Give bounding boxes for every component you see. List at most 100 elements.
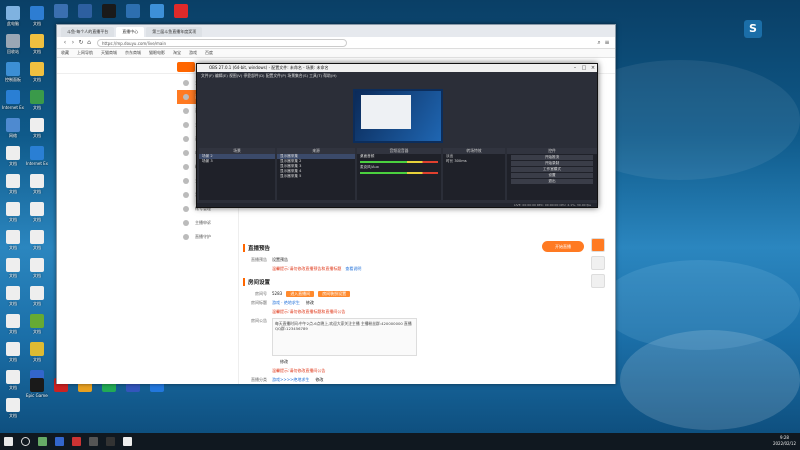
taskbar-app[interactable] xyxy=(34,433,51,450)
taskbar-app[interactable] xyxy=(68,433,85,450)
sidebar-item[interactable]: 主播申诉 xyxy=(177,216,238,230)
obs-control-button[interactable]: 设置 xyxy=(511,173,593,178)
desktop-icon[interactable] xyxy=(98,4,120,19)
obs-dock-item[interactable]: 麦克风/Aux xyxy=(357,165,441,170)
help-link[interactable]: 查看说明 xyxy=(345,266,361,272)
desktop-icon[interactable]: 文档 xyxy=(2,398,24,418)
desktop-icon[interactable]: 网络 xyxy=(2,118,24,138)
app-icon xyxy=(30,342,44,356)
desktop-icon[interactable]: 文档 xyxy=(2,202,24,222)
taskbar-app[interactable] xyxy=(102,433,119,450)
obs-dock-item[interactable]: 时长 300ms xyxy=(443,159,505,164)
app-icon xyxy=(6,258,20,272)
edit-link[interactable]: 修改 xyxy=(306,300,314,306)
desktop-icon[interactable]: Epic Games Launcher xyxy=(26,378,48,398)
desktop-icon-label: 文档 xyxy=(33,329,41,334)
desktop-icon[interactable]: 文档 xyxy=(26,202,48,222)
app-icon xyxy=(6,342,20,356)
desktop-icon[interactable] xyxy=(146,4,168,19)
url-input[interactable]: https://mp.douyu.com/live/main xyxy=(97,38,347,47)
home-icon[interactable]: ⌂ xyxy=(85,39,93,47)
desktop-icon[interactable]: 文档 xyxy=(2,258,24,278)
search-icon[interactable] xyxy=(17,433,34,450)
obs-control-button[interactable]: 退出 xyxy=(511,179,593,184)
desktop-icon[interactable]: 文档 xyxy=(26,90,48,110)
browser-tab[interactable]: 第三届斗鱼直播年度奖项 xyxy=(146,27,203,37)
settings-icon[interactable] xyxy=(591,274,605,288)
minimize-icon[interactable]: – xyxy=(571,64,579,72)
sidebar-item[interactable]: 直播守护 xyxy=(177,230,238,244)
desktop-icon[interactable]: 文档 xyxy=(26,34,48,54)
desktop-icon[interactable]: 文档 xyxy=(26,174,48,194)
browser-tab-active[interactable]: 直播中心 xyxy=(116,27,145,37)
wallpaper-wave xyxy=(620,330,800,430)
taskbar-app[interactable] xyxy=(51,433,68,450)
desktop-icon[interactable]: Internet Explorer xyxy=(26,146,48,166)
desktop-icon[interactable]: Internet Explorer xyxy=(2,90,24,110)
desktop-icon[interactable]: 文档 xyxy=(26,6,48,26)
camera-icon[interactable] xyxy=(591,256,605,270)
obs-dock-item[interactable]: 桌面音频 xyxy=(357,154,441,159)
bookmark-item[interactable]: 上网导航 xyxy=(77,50,93,56)
announcement-box[interactable]: 每天直播时间:中午2点-6点晚上,欢迎大家关注主播 主播粉丝群:42000000… xyxy=(272,318,417,356)
search-icon[interactable]: ⌕ xyxy=(595,39,603,47)
bookmark-item[interactable]: 百度 xyxy=(205,50,213,56)
desktop-icon[interactable]: 此电脑 xyxy=(2,6,24,26)
site-logo[interactable] xyxy=(177,62,195,72)
desktop-icon[interactable]: 文档 xyxy=(2,342,24,362)
desktop-icon[interactable]: 文档 xyxy=(2,314,24,334)
system-clock[interactable]: 9:28 2022/02/12 xyxy=(773,435,796,447)
desktop-icon[interactable]: 文档 xyxy=(2,370,24,390)
bookmark-item[interactable]: 京东商城 xyxy=(125,50,141,56)
desktop-icon[interactable]: 文档 xyxy=(26,118,48,138)
desktop-icon[interactable]: 文档 xyxy=(2,174,24,194)
desktop-icon[interactable]: 文档 xyxy=(26,342,48,362)
bookmark-item[interactable]: 天猫商城 xyxy=(101,50,117,56)
obs-dock-item[interactable]: 显示器采集 5 xyxy=(277,174,355,179)
app-icon xyxy=(30,118,44,132)
refresh-icon[interactable]: ↻ xyxy=(77,39,85,47)
desktop-icon[interactable]: 回收站 xyxy=(2,34,24,54)
obs-dock-item[interactable]: 场景 3 xyxy=(199,159,275,164)
desktop-icon[interactable] xyxy=(122,4,144,19)
desktop-icon[interactable]: 文档 xyxy=(26,286,48,306)
start-live-button[interactable]: 开始直播 xyxy=(542,241,584,252)
room-decor-button[interactable]: 房间装扮设置 xyxy=(318,291,351,297)
close-icon[interactable]: × xyxy=(589,64,597,72)
bookmark-item[interactable]: 猫眼电影 xyxy=(149,50,165,56)
forward-icon[interactable]: › xyxy=(69,39,77,47)
enter-room-button[interactable]: 进入直播间 xyxy=(286,291,315,297)
obs-menu-bar[interactable]: 文件(F) 编辑(E) 视图(V) 停靠部件(D) 配置文件(P) 场景集合(S… xyxy=(197,72,597,79)
edit-link[interactable]: 修改 xyxy=(280,359,288,365)
menu-icon[interactable]: ≡ xyxy=(603,39,611,47)
taskbar-app[interactable] xyxy=(119,433,136,450)
power-icon[interactable] xyxy=(591,238,605,252)
desktop-icon[interactable] xyxy=(74,4,96,19)
bookmark-item[interactable]: 游戏 xyxy=(189,50,197,56)
desktop-icon[interactable]: 文档 xyxy=(26,258,48,278)
back-icon[interactable]: ‹ xyxy=(61,39,69,47)
obs-control-button[interactable]: 开始推流 xyxy=(511,155,593,160)
obs-control-button[interactable]: 开始录制 xyxy=(511,161,593,166)
desktop-icon[interactable]: 文档 xyxy=(2,230,24,250)
maximize-icon[interactable]: □ xyxy=(580,64,588,72)
edit-link[interactable]: 修改 xyxy=(315,377,323,383)
desktop-icon[interactable]: 文档 xyxy=(26,62,48,82)
desktop-icon[interactable]: 文档 xyxy=(26,230,48,250)
start-button[interactable] xyxy=(0,433,17,450)
desktop-icon[interactable] xyxy=(170,4,192,19)
bookmark-item[interactable]: 收藏 xyxy=(61,50,69,56)
app-icon[interactable]: S xyxy=(744,20,762,38)
app-icon xyxy=(174,4,188,18)
desktop-icon[interactable]: 控制面板 xyxy=(2,62,24,82)
browser-tab[interactable]: 斗鱼·每个人的直播平台 xyxy=(61,27,115,37)
desktop-icon[interactable] xyxy=(50,4,72,19)
desktop-icon[interactable]: 文档 xyxy=(26,314,48,334)
desktop-icon[interactable]: 文档 xyxy=(2,146,24,166)
room-title: 游戏 · 绝地求生 xyxy=(272,300,300,305)
desktop-icon[interactable]: 文档 xyxy=(2,286,24,306)
app-icon xyxy=(30,146,44,160)
taskbar-app[interactable] xyxy=(85,433,102,450)
obs-control-button[interactable]: 工作室模式 xyxy=(511,167,593,172)
bookmark-item[interactable]: 淘宝 xyxy=(173,50,181,56)
